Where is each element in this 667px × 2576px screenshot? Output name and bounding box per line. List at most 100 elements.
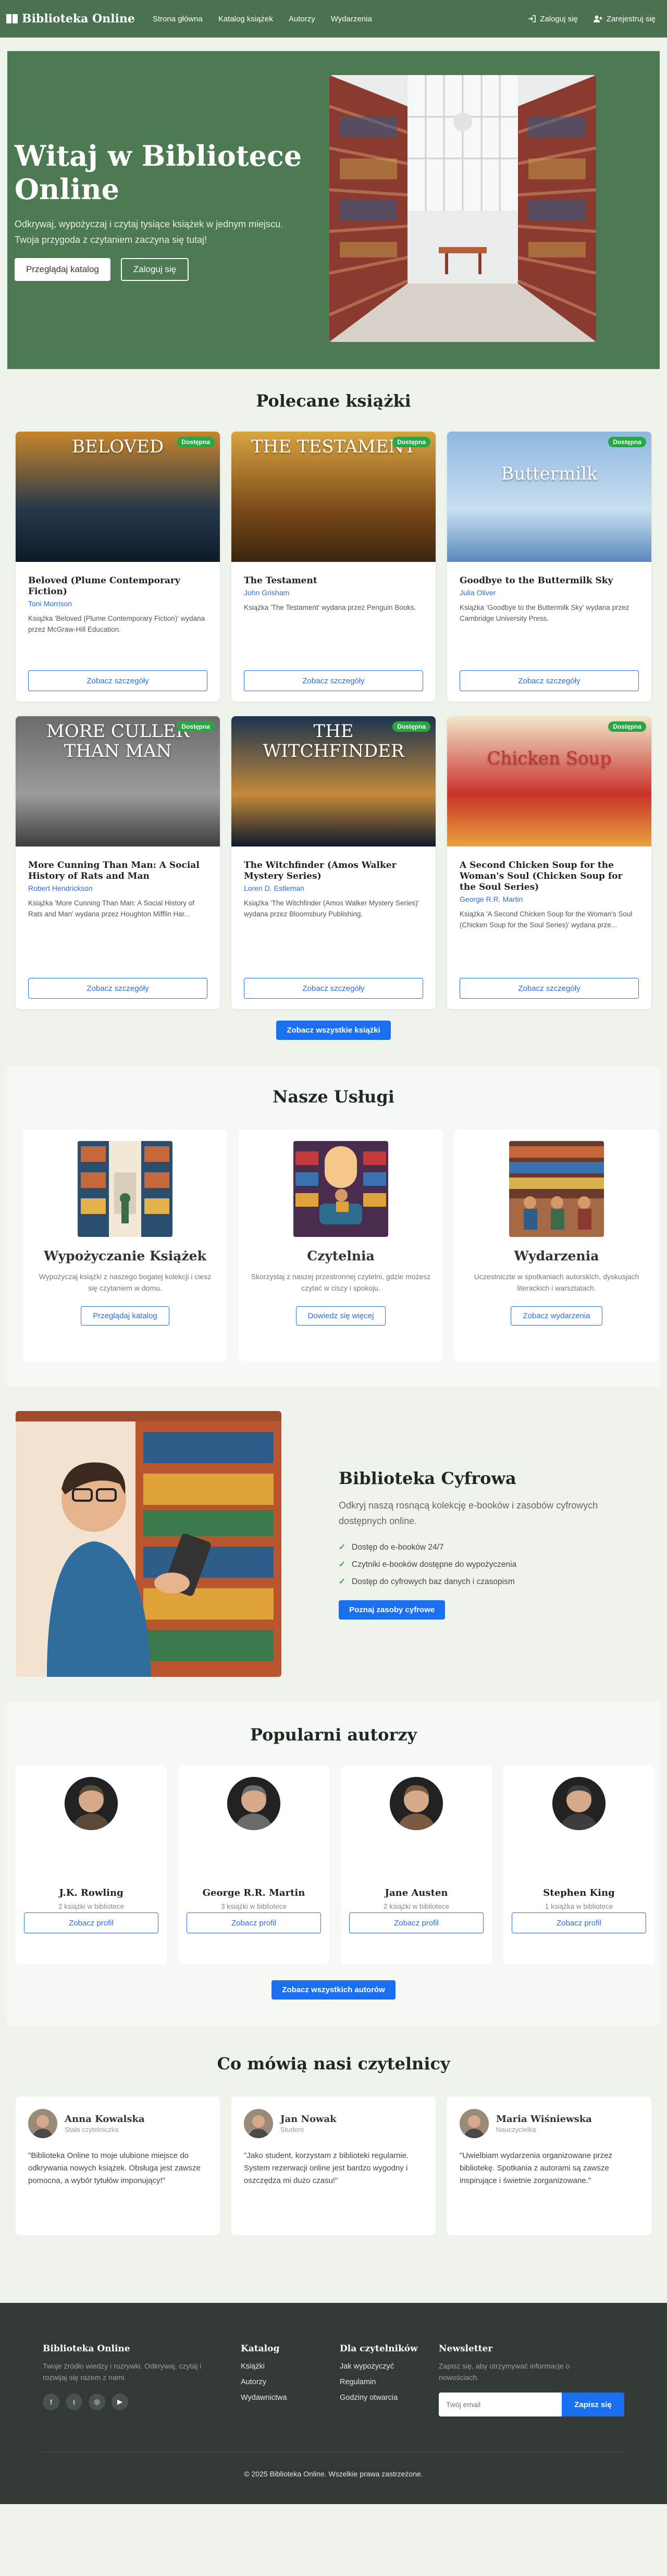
newsletter-title: Newsletter [439, 2344, 493, 2354]
copyright: © 2025 Biblioteka Online. Wszelkie prawa… [244, 2470, 423, 2478]
reviewer-avatar [460, 2109, 489, 2138]
review-card: Maria Wiśniewska Nauczycielka "Uwielbiam w… [447, 2096, 651, 2235]
all-books-button[interactable]: Zobacz wszystkie książki [276, 1021, 391, 1040]
footer-brand-desc: Twoje źródło wiedzy i rozrywki. Odkrywaj… [43, 2362, 202, 2382]
book-card: Chicken Soup Dostępna A Second Chicken Sou… [447, 716, 651, 1009]
register-link[interactable]: Zarejestruj się [593, 15, 656, 23]
book-card: MORE CULLER THAN MAN Dostępna More Cunning… [16, 716, 220, 1009]
hero-login-button[interactable]: Zaloguj się [120, 258, 189, 281]
facebook-icon[interactable]: f [43, 2394, 59, 2410]
book-description: Książka 'More Cunning Than Man: A Social… [28, 899, 194, 918]
availability-badge: Dostępna [608, 721, 646, 732]
service-learn-more-button[interactable]: Dowiedz się więcej [295, 1306, 386, 1326]
reviewer-name: Maria Wiśniewska [496, 2114, 592, 2125]
youtube-icon[interactable]: ▶ [112, 2394, 128, 2410]
book-title[interactable]: Beloved (Plume Contemporary Fiction) [28, 575, 207, 597]
service-events-button[interactable]: Zobacz wydarzenia [511, 1306, 602, 1326]
login-link[interactable]: Zaloguj się [528, 15, 578, 23]
digital-reader-image [16, 1411, 281, 1677]
author-name[interactable]: George R.R. Martin [188, 1887, 320, 1898]
reviewer-role: Stała czytelniczka [65, 2126, 119, 2133]
feature-item: ✓ Dostęp do cyfrowych baz danych i czasop… [339, 1577, 515, 1587]
author-card: J.K. Rowling 2 książki w bibliotece Zobacz… [16, 1765, 167, 1965]
reviewer-role: Nauczycielka [496, 2126, 536, 2133]
nav-link-home[interactable]: Strona główna [153, 15, 203, 23]
service-title: Czytelnia [307, 1248, 375, 1264]
book-description: Książka 'Goodbye to the Buttermilk Sky' … [460, 604, 629, 622]
reviews-title: Co mówią nasi czytelnicy [217, 2054, 450, 2074]
check-icon: ✓ [339, 1577, 345, 1586]
footer-link[interactable]: Godziny otwarcia [340, 2394, 439, 2402]
footer-link[interactable]: Autorzy [241, 2378, 340, 2386]
footer-link[interactable]: Jak wypożyczyć [340, 2362, 439, 2371]
check-icon: ✓ [339, 1543, 345, 1552]
user-plus-icon [593, 15, 602, 22]
book-title[interactable]: The Witchfinder (Amos Walker Mystery Ser… [244, 860, 423, 882]
book-author[interactable]: Robert Hendrickson [28, 884, 207, 892]
review-card: Jan Nowak Student "Jako student, korzystam… [231, 2096, 436, 2235]
author-name[interactable]: J.K. Rowling [25, 1887, 157, 1898]
instagram-icon[interactable]: ◎ [89, 2394, 105, 2410]
twitter-icon[interactable]: t [66, 2394, 82, 2410]
availability-badge: Dostępna [177, 721, 215, 732]
book-details-button[interactable]: Zobacz szczegóły [460, 670, 639, 691]
book-details-button[interactable]: Zobacz szczegóły [244, 978, 423, 999]
book-details-button[interactable]: Zobacz szczegóły [460, 978, 639, 999]
digital-resources-button[interactable]: Poznaj zasoby cyfrowe [339, 1600, 446, 1620]
book-author[interactable]: Loren D. Estleman [244, 884, 423, 892]
book-card: THE WITCHFINDER Dostępna The Witchfinder (… [231, 716, 436, 1009]
all-authors-button[interactable]: Zobacz wszystkich autorów [271, 1980, 396, 2000]
book-title[interactable]: The Testament [244, 575, 423, 586]
book-icon [6, 14, 18, 23]
footer-link[interactable]: Wydawnictwa [241, 2394, 340, 2402]
nav-link-catalog[interactable]: Katalog książek [218, 15, 273, 23]
book-author[interactable]: John Grisham [244, 588, 423, 597]
footer-link[interactable]: Książki [241, 2362, 340, 2371]
service-card-borrowing: Wypożyczanie Książek Wypożyczaj książki … [23, 1130, 227, 1361]
book-author[interactable]: Toni Morrison [28, 599, 207, 608]
nav-auth: Zaloguj się Zarejestruj się [528, 15, 661, 23]
subscribe-button[interactable]: Zapisz się [562, 2393, 624, 2416]
nav-link-events[interactable]: Wydarzenia [331, 15, 372, 23]
service-card-events: Wydarzenia Uczestniczte w spotkaniach au… [454, 1130, 659, 1361]
top-navbar: Biblioteka Online Strona główna Katalog … [0, 0, 667, 38]
reviewer-avatar [28, 2109, 57, 2138]
services-title: Nasze Usługi [273, 1087, 394, 1107]
book-details-button[interactable]: Zobacz szczegóły [28, 670, 207, 691]
author-name[interactable]: Stephen King [513, 1887, 645, 1898]
book-title[interactable]: Goodbye to the Buttermilk Sky [460, 575, 639, 586]
book-card: THE TESTAMENT Dostępna The Testament John G… [231, 432, 436, 702]
book-author[interactable]: George R.R. Martin [460, 895, 639, 903]
footer-link[interactable]: Regulamin [340, 2378, 439, 2386]
book-details-button[interactable]: Zobacz szczegóły [244, 670, 423, 691]
book-description: Książka 'The Testament' wydana przez Pen… [244, 604, 416, 611]
newsletter-email-input[interactable] [439, 2393, 562, 2416]
nav-link-authors[interactable]: Autorzy [289, 15, 315, 23]
cover-title-text: Buttermilk [501, 463, 598, 484]
author-profile-button[interactable]: Zobacz profil [187, 1912, 321, 1933]
book-author[interactable]: Julia Oliver [460, 588, 639, 597]
digital-features: ✓ Dostęp do e-booków 24/7 ✓ Czytniki e-boo… [339, 1542, 610, 1587]
browse-catalog-button[interactable]: Przeglądaj katalog [15, 258, 110, 281]
author-photo [65, 1777, 118, 1830]
author-profile-button[interactable]: Zobacz profil [512, 1912, 646, 1933]
author-name[interactable]: Jane Austen [350, 1887, 483, 1898]
hero-title: Witaj w Bibliotece Online [15, 139, 302, 206]
brand-logo[interactable]: Biblioteka Online [6, 12, 135, 26]
book-title[interactable]: More Cunning Than Man: A Social History … [28, 860, 207, 882]
author-profile-button[interactable]: Zobacz profil [349, 1912, 484, 1933]
book-cover-image: BELOVED Dostępna [16, 432, 220, 562]
book-cover-image: Buttermilk Dostępna [447, 432, 651, 562]
book-details-button[interactable]: Zobacz szczegóły [28, 978, 207, 999]
footer-divider [43, 2451, 624, 2452]
nav-links: Strona główna Katalog książek Autorzy Wy… [153, 15, 372, 23]
reviewer-name: Anna Kowalska [65, 2114, 145, 2125]
author-book-count: 1 książka w bibliotece [545, 1903, 613, 1910]
service-catalog-button[interactable]: Przeglądaj katalog [81, 1306, 169, 1326]
service-desc: Uczestniczte w spotkaniach autorskich, d… [474, 1272, 639, 1292]
author-profile-button[interactable]: Zobacz profil [24, 1912, 158, 1933]
book-title[interactable]: A Second Chicken Soup for the Woman's So… [460, 860, 639, 893]
review-text: "Biblioteka Online to moje ulubione miej… [28, 2151, 201, 2185]
reviewer-name: Jan Nowak [280, 2114, 337, 2125]
service-desc: Skorzystaj z naszej przestronnej czyteln… [251, 1272, 431, 1292]
